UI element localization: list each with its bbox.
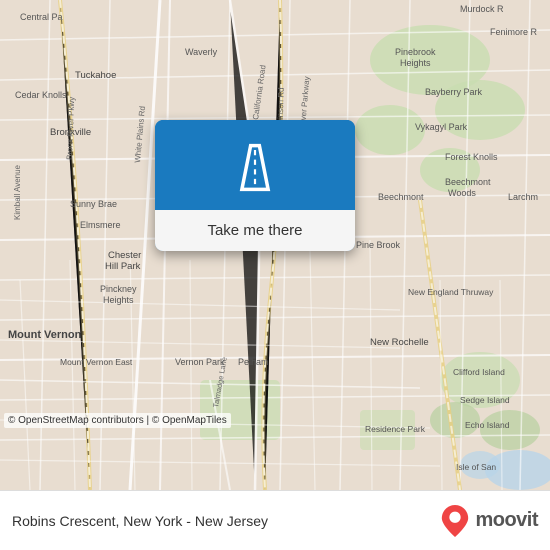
- map-container[interactable]: Central Pa Murdock R Fenimore R Waverly …: [0, 0, 550, 490]
- navigation-popup: Take me there: [155, 120, 355, 251]
- svg-text:Bayberry Park: Bayberry Park: [425, 87, 483, 97]
- svg-text:Tuckahoe: Tuckahoe: [75, 70, 116, 81]
- svg-text:Beechmont: Beechmont: [445, 177, 491, 187]
- map-attribution: © OpenStreetMap contributors | © OpenMap…: [4, 413, 231, 428]
- bottom-bar: Robins Crescent, New York - New Jersey m…: [0, 490, 550, 550]
- svg-text:Mount Vernon East: Mount Vernon East: [60, 357, 133, 367]
- svg-text:Mount Vernon: Mount Vernon: [8, 329, 82, 341]
- svg-text:Pinckney: Pinckney: [100, 284, 137, 294]
- svg-text:Kimball Avenue: Kimball Avenue: [13, 164, 22, 220]
- svg-text:Cedar Knolls: Cedar Knolls: [15, 90, 67, 100]
- svg-text:Pinebrook: Pinebrook: [395, 47, 436, 57]
- svg-text:Beechmont: Beechmont: [378, 192, 424, 202]
- svg-text:Murdock R: Murdock R: [460, 4, 504, 14]
- svg-text:Chester: Chester: [108, 250, 141, 261]
- svg-text:Sedge Island: Sedge Island: [460, 395, 510, 405]
- svg-text:Vykagyl Park: Vykagyl Park: [415, 122, 468, 132]
- svg-text:Clifford Island: Clifford Island: [453, 367, 505, 377]
- svg-text:Pine Brook: Pine Brook: [356, 240, 401, 250]
- svg-text:Woods: Woods: [448, 188, 476, 198]
- svg-text:Fenimore R: Fenimore R: [490, 27, 538, 37]
- popup-icon-area: [155, 120, 355, 210]
- moovit-pin-icon: [441, 505, 469, 537]
- svg-text:Central Pa: Central Pa: [20, 12, 63, 22]
- svg-text:Hill Park: Hill Park: [105, 261, 141, 272]
- svg-text:Residence Park: Residence Park: [365, 424, 426, 434]
- road-icon: [220, 140, 290, 195]
- location-label: Robins Crescent, New York - New Jersey: [12, 513, 441, 529]
- moovit-wordmark: moovit: [475, 509, 538, 532]
- moovit-logo: moovit: [441, 505, 538, 537]
- svg-text:Heights: Heights: [103, 295, 134, 305]
- svg-text:New Rochelle: New Rochelle: [370, 337, 429, 348]
- svg-text:New England Thruway: New England Thruway: [408, 287, 494, 297]
- svg-text:Forest Knolls: Forest Knolls: [445, 152, 498, 162]
- svg-text:Isle of San: Isle of San: [456, 462, 496, 472]
- take-me-there-button[interactable]: Take me there: [155, 210, 355, 251]
- svg-text:Sunny Brae: Sunny Brae: [70, 199, 117, 209]
- svg-text:Larchm: Larchm: [508, 192, 538, 202]
- svg-text:Pelham: Pelham: [238, 357, 269, 367]
- svg-text:Elmsmere: Elmsmere: [80, 220, 121, 230]
- svg-text:Echo Island: Echo Island: [465, 420, 510, 430]
- svg-text:Waverly: Waverly: [185, 47, 218, 57]
- svg-text:Heights: Heights: [400, 58, 431, 68]
